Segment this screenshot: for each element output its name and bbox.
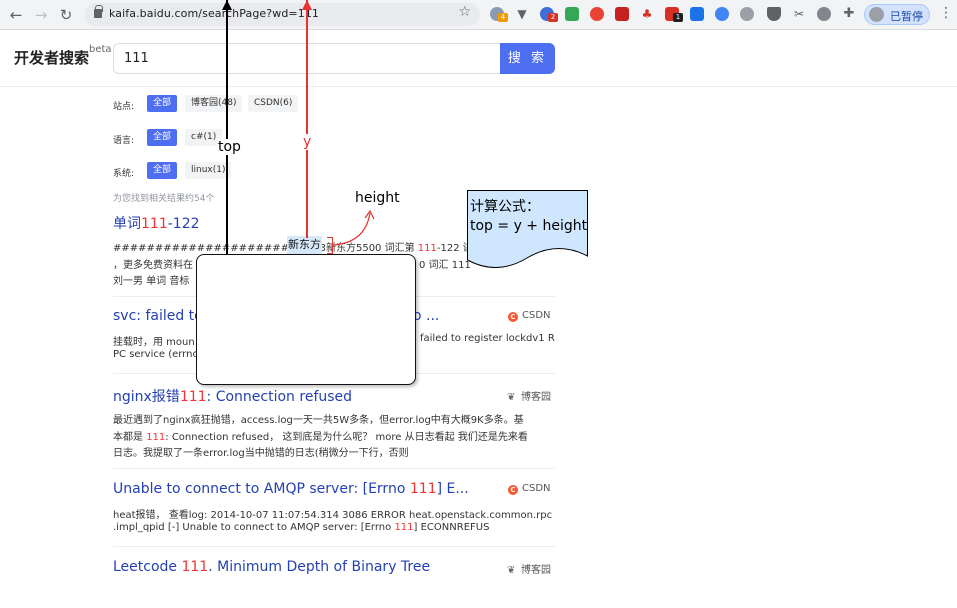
result-source-cnblogs[interactable]: ❦ 博客园 [507,561,551,576]
reload-icon[interactable]: ↻ [56,5,76,25]
result-source-csdn[interactable]: C CSDN [508,483,551,495]
filter-chip-os-linux[interactable]: linux(1) [185,162,232,179]
profile-paused-button[interactable]: 已暂停 [864,4,930,25]
search-button[interactable]: 搜 索 [500,43,555,74]
extension-icon[interactable] [740,7,754,21]
forward-icon[interactable]: → [31,5,51,25]
csdn-icon: C [508,312,518,322]
address-bar[interactable]: kaifa.baidu.com/searchPage?wd=111 ☆ [84,3,480,26]
filter-label-site: 站点: [113,102,135,112]
extension-icon[interactable] [715,7,729,21]
result-snippet-line: 挂载时，用 moun failed to register lockdv1 R [113,333,555,348]
cnblogs-icon: ❦ [507,392,516,403]
tooltip-popup [196,254,416,385]
scissors-icon[interactable]: ✂ [792,7,806,21]
result-title[interactable]: svc: failed to o ... [113,308,439,324]
filter-label-os: 系统: [113,169,135,179]
extension-badge: 4 [498,13,508,22]
search-value: 111 [124,51,149,66]
result-snippet-line: 最近遇到了nginx疯狂抛错，access.log一天一共5W多条，但error… [113,415,524,426]
extension-badge: 1 [673,13,683,22]
filter-chip-language-all[interactable]: 全部 [147,129,178,146]
result-snippet-line: .impl_qpid [-] Unable to connect to AMQP… [113,522,490,533]
result-divider [113,468,555,469]
height-arrow-curve [332,209,375,246]
formula-note: 计算公式： top = y + height [467,190,588,268]
result-divider [113,546,555,547]
result-source-cnblogs[interactable]: ❦ 博客园 [507,388,551,403]
result-count: 为您找到相关结果约54个 [113,194,215,204]
result-snippet-line: ，更多免费资料在 0 词汇 111 [113,260,471,271]
top-arrow [222,0,232,254]
paused-label: 已暂停 [890,10,923,23]
result-snippet-line: 日志。我提取了一条error.log当中抛错的日志(稍微分一下行，否则 [113,448,409,459]
site-logo[interactable]: 开发者搜索beta [14,44,112,68]
shield-icon[interactable] [767,7,781,21]
avatar [869,7,884,22]
puzzle-icon[interactable]: ✚ [842,7,856,21]
height-label: height [355,190,400,206]
filter-chip-site-cnblogs[interactable]: 博客园(48) [185,95,243,112]
chrome-extension-icon[interactable] [590,7,604,21]
result-snippet-line: 本都是 111: Connection refused， 这到底是为什么呢？ m… [113,432,528,443]
tree-extension-icon[interactable]: ♣ [640,7,654,21]
filter-chip-site-csdn[interactable]: CSDN(6) [248,95,299,112]
result-title[interactable]: Leetcode 111. Minimum Depth of Binary Tr… [113,559,430,575]
url-text: kaifa.baidu.com/searchPage?wd=111 [109,7,320,20]
formula-text: 计算公式： top = y + height [470,199,588,234]
result-snippet-line: heat报错， 查看log: 2014-10-07 11:07:54.314 3… [113,510,553,521]
highlighted-keyword: 新东方 [287,236,322,254]
extension-icon[interactable] [615,7,629,21]
kebab-menu-icon[interactable]: ⋮ [939,5,953,21]
result-title[interactable]: 单词111-122 [113,213,200,233]
result-source-csdn[interactable]: C CSDN [508,310,551,322]
extension-badge: 2 [548,13,558,22]
header-divider [0,86,957,87]
extension-icon[interactable] [690,7,704,21]
y-label: y [302,134,313,150]
lock-icon [94,5,103,18]
extension-icon[interactable] [817,7,831,21]
back-icon[interactable]: ← [6,5,26,25]
result-title[interactable]: Unable to connect to AMQP server: [Errno… [113,481,469,497]
bookmark-star-icon[interactable]: ☆ [458,4,471,20]
result-snippet-line: PC service (errno [113,349,199,360]
result-snippet-line: 刘一男 单词 音标 [113,276,190,287]
top-label: top [217,139,242,155]
result-title[interactable]: nginx报错111: Connection refused [113,386,352,406]
y-arrow [302,0,312,238]
csdn-icon: C [508,485,518,495]
browser-toolbar: ← → ↻ kaifa.baidu.com/searchPage?wd=111 … [0,0,957,30]
cnblogs-icon: ❦ [507,565,516,576]
beta-label: beta [89,44,112,55]
filter-chip-site-all[interactable]: 全部 [147,95,178,112]
filter-chip-os-all[interactable]: 全部 [147,162,178,179]
filter-label-language: 语言: [113,136,135,146]
qr-extension-icon[interactable] [565,7,579,21]
vue-extension-icon[interactable]: ▼ [515,7,529,21]
